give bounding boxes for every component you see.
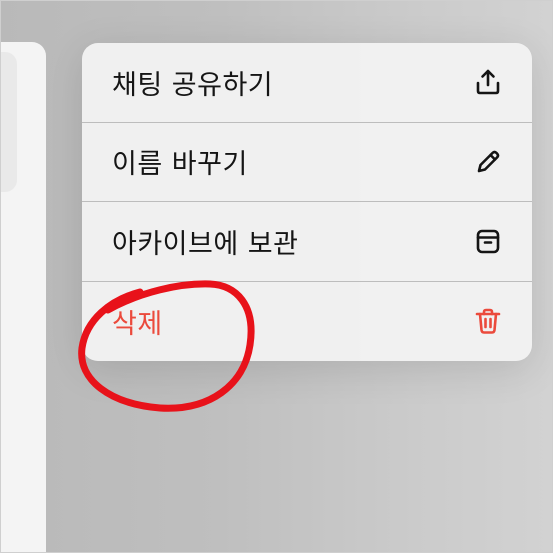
pencil-icon (473, 147, 503, 177)
menu-item-label: 이름 바꾸기 (112, 149, 248, 181)
menu-item-delete[interactable]: 삭제 (82, 282, 532, 362)
trash-icon (473, 306, 503, 336)
menu-item-label: 아카이브에 보관 (112, 228, 299, 260)
archive-icon (473, 226, 503, 256)
menu-item-rename[interactable]: 이름 바꾸기 (82, 123, 532, 202)
menu-item-share-chat[interactable]: 채팅 공유하기 (82, 43, 532, 123)
context-menu: 채팅 공유하기 이름 바꾸기 아카이브에 보관 삭제 (82, 43, 532, 361)
share-icon (473, 67, 503, 97)
menu-item-label: 삭제 (112, 308, 163, 340)
menu-item-archive[interactable]: 아카이브에 보관 (82, 202, 532, 282)
menu-item-label: 채팅 공유하기 (112, 69, 274, 101)
background-chat-panel-inner (0, 52, 17, 192)
